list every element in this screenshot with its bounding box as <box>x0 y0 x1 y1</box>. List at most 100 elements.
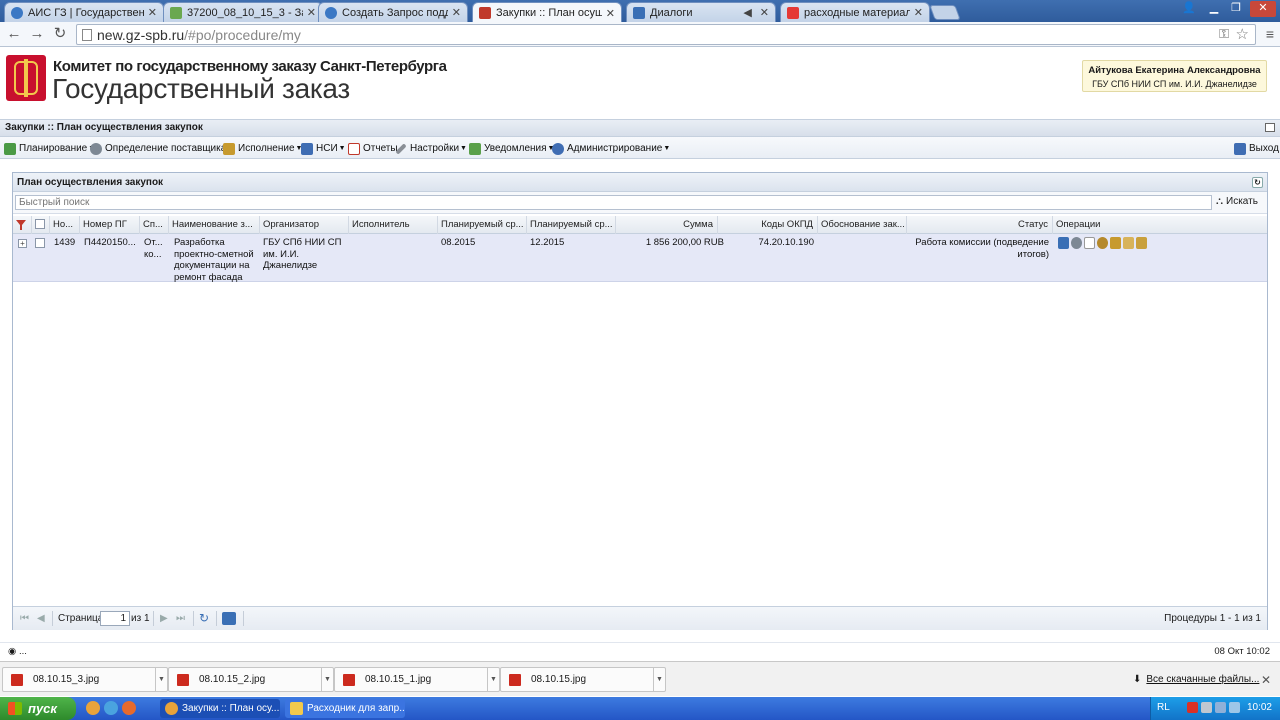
cell-organizer: ГБУ СПб НИИ СП им. И.И. Джанелидзе <box>263 237 342 271</box>
chart-icon[interactable] <box>1058 237 1069 249</box>
browser-tab-3[interactable]: Закупки :: План осуществл ✕ <box>472 2 622 23</box>
column-planned-end[interactable]: Планируемый ср... <box>527 216 616 234</box>
first-page-icon[interactable]: ⏮ <box>20 613 29 624</box>
browser-tab-0[interactable]: АИС ГЗ | Государственный ✕ <box>4 2 164 22</box>
column-pg-number[interactable]: Номер ПГ <box>80 216 140 234</box>
cell-name[interactable]: Разработка проектно-сметной документации… <box>171 237 257 283</box>
bookmark-star-icon[interactable]: ☆ <box>1236 25 1249 43</box>
tray-app-icon[interactable] <box>1229 702 1240 713</box>
column-method[interactable]: Сп... <box>140 216 169 234</box>
browser-tab-5[interactable]: расходные материалы для ✕ <box>780 2 930 22</box>
antivirus-icon[interactable] <box>1187 702 1198 713</box>
start-button[interactable]: пуск <box>0 697 76 720</box>
new-tab-button[interactable] <box>929 5 961 20</box>
taskbar-window-label: Расходник для запр... <box>307 703 405 714</box>
maximize-panel-icon[interactable] <box>1265 123 1275 132</box>
close-icon[interactable]: ✕ <box>307 6 316 19</box>
browser-menu-icon[interactable]: ≡ <box>1266 26 1274 42</box>
download-item[interactable]: 08.10.15.jpg ▼ <box>500 667 666 692</box>
chevron-down-icon[interactable]: ▼ <box>155 668 167 691</box>
quick-search-input[interactable] <box>15 195 1212 210</box>
url-input[interactable]: new.gz-spb.ru/#po/procedure/my ⚿ ☆ <box>76 24 1256 45</box>
chrome-icon[interactable] <box>86 701 100 715</box>
close-icon[interactable]: ✕ <box>914 6 923 19</box>
taskbar-window-browser[interactable]: Закупки :: План осу... <box>160 699 280 718</box>
next-page-icon[interactable]: ▶ <box>160 613 168 624</box>
column-amount[interactable]: Сумма <box>616 216 718 234</box>
browser-tab-4[interactable]: Диалоги ◀ ✕ <box>626 2 776 22</box>
menu-supplier-determination[interactable]: Определение поставщика▼ <box>90 141 234 156</box>
volume-icon[interactable] <box>1215 702 1226 713</box>
play-icon <box>633 6 645 19</box>
last-page-icon[interactable]: ⏭ <box>176 613 185 624</box>
refresh-icon[interactable]: ↻ <box>199 611 209 625</box>
close-icon[interactable]: ✕ <box>1261 673 1271 687</box>
chevron-down-icon[interactable]: ▼ <box>653 668 665 691</box>
column-okpd[interactable]: Коды ОКПД <box>718 216 818 234</box>
close-icon[interactable]: ✕ <box>606 7 615 20</box>
firefox-icon[interactable] <box>122 701 136 715</box>
menu-settings[interactable]: Настройки ▼ <box>395 141 467 156</box>
start-label: пуск <box>28 701 57 716</box>
expand-row-icon[interactable]: + <box>18 239 27 248</box>
maximize-button[interactable]: ❐ <box>1226 1 1246 17</box>
spb-emblem-logo[interactable] <box>6 55 46 101</box>
close-icon[interactable]: ✕ <box>148 6 157 19</box>
row-checkbox[interactable] <box>35 238 45 248</box>
close-icon[interactable]: ✕ <box>452 6 461 19</box>
back-button[interactable]: ← <box>4 25 24 44</box>
user-info-box[interactable]: Айтукова Екатерина Александровна ГБУ СПб… <box>1082 60 1267 92</box>
column-justification[interactable]: Обоснование зак... <box>818 216 907 234</box>
ie-icon[interactable] <box>104 701 118 715</box>
show-all-downloads[interactable]: ⬇ Все скачанные файлы... <box>1133 674 1259 685</box>
book-icon <box>301 142 313 155</box>
column-organizer[interactable]: Организатор <box>260 216 349 234</box>
chevron-down-icon[interactable]: ▼ <box>487 668 499 691</box>
close-window-button[interactable]: ✕ <box>1250 1 1276 17</box>
language-indicator[interactable]: RL <box>1157 702 1170 713</box>
page-of-label: из 1 <box>131 613 150 624</box>
menu-reports[interactable]: Отчеты <box>348 141 398 156</box>
taskbar-window-folder[interactable]: Расходник для запр... <box>285 699 405 718</box>
chevron-down-icon[interactable]: ▼ <box>321 668 333 691</box>
menu-notifications[interactable]: Уведомления ▼ <box>469 141 554 156</box>
forward-button[interactable]: → <box>27 25 47 44</box>
table-row[interactable]: + 1439 П4420150... От... ко... Разработк… <box>13 234 1267 283</box>
menu-nsi[interactable]: НСИ ▼ <box>301 141 346 156</box>
key-icon[interactable]: ⚿ <box>1219 26 1229 42</box>
select-all-checkbox[interactable] <box>35 219 45 229</box>
archive-icon[interactable] <box>1136 237 1147 249</box>
page-number-input[interactable]: 1 <box>100 611 130 626</box>
browser-tab-2[interactable]: Создать Запрос поддержки ✕ <box>318 2 468 22</box>
network-icon[interactable] <box>1201 702 1212 713</box>
gears-icon[interactable] <box>1071 237 1082 249</box>
save-icon[interactable] <box>222 612 236 625</box>
column-planned-start[interactable]: Планируемый ср... <box>438 216 527 234</box>
documents-icon[interactable] <box>1123 237 1134 249</box>
folder-icon[interactable] <box>1110 237 1121 249</box>
column-number[interactable]: Но... <box>50 216 80 234</box>
logout-button[interactable]: Выход <box>1234 141 1279 156</box>
clear-filter-header[interactable] <box>13 216 32 234</box>
download-item[interactable]: 08.10.15_3.jpg ▼ <box>2 667 168 692</box>
prev-page-icon[interactable]: ◀ <box>37 613 45 624</box>
column-executor[interactable]: Исполнитель <box>349 216 438 234</box>
panel-refresh-icon[interactable]: ↻ <box>1252 177 1263 188</box>
download-item[interactable]: 08.10.15_1.jpg ▼ <box>334 667 500 692</box>
minimize-button[interactable]: ▁ <box>1204 1 1224 17</box>
envelope-icon <box>469 142 481 155</box>
profile-icon[interactable]: 👤 <box>1180 1 1198 17</box>
emblem-icon[interactable] <box>1097 237 1108 249</box>
browser-tab-1[interactable]: 37200_08_10_15_3 - Записи ✕ <box>163 2 323 22</box>
menu-planning[interactable]: Планирование▼ <box>4 141 95 156</box>
close-icon[interactable]: ✕ <box>760 6 769 19</box>
search-button[interactable]: ⛬ Искать <box>1216 196 1258 207</box>
download-item[interactable]: 08.10.15_2.jpg ▼ <box>168 667 334 692</box>
column-status[interactable]: Статус <box>907 216 1053 234</box>
menu-execution[interactable]: Исполнение ▼ <box>223 141 302 156</box>
document-icon[interactable] <box>1084 237 1095 249</box>
menu-administration[interactable]: Администрирование ▼ <box>552 141 670 156</box>
column-name[interactable]: Наименование з... <box>169 216 260 234</box>
reload-button[interactable]: ↻ <box>50 25 70 44</box>
show-all-downloads-link[interactable]: Все скачанные файлы... <box>1146 674 1259 685</box>
